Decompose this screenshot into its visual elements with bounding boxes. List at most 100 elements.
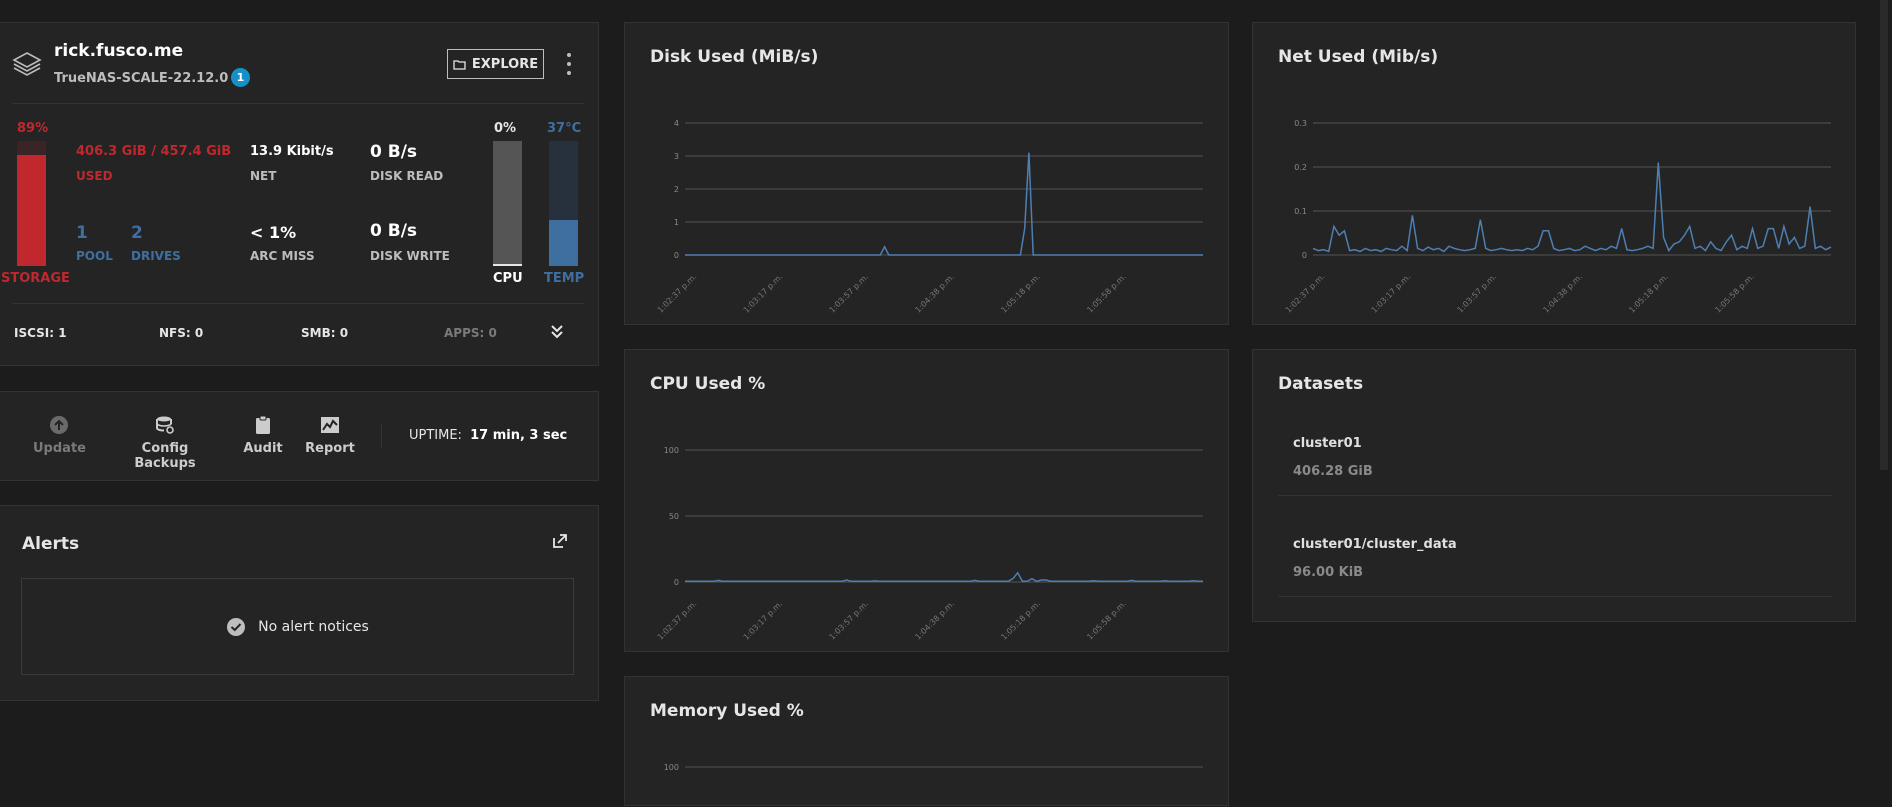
series-line bbox=[1312, 162, 1832, 253]
dataset-name: cluster01/cluster_data bbox=[1293, 537, 1457, 552]
disk-used-chart: 0 1 2 3 4 1:02:37 p.m. 1:03:17 p.m. 1:03:57 p.m… bbox=[656, 119, 1203, 315]
system-info-card: rick.fusco.me TrueNAS-SCALE-22.12.0 1 EX… bbox=[0, 22, 599, 366]
x-tick-label: 1:04:38 p.m. bbox=[913, 272, 956, 315]
temp-caption: TEMP bbox=[544, 271, 585, 286]
disk-read-value: 0 B/s bbox=[370, 142, 418, 162]
open-external-icon[interactable] bbox=[552, 533, 568, 553]
divider bbox=[1278, 495, 1832, 496]
update-label: Update bbox=[33, 441, 86, 456]
audit-label: Audit bbox=[243, 441, 283, 456]
memory-used-card: Memory Used % 100 bbox=[624, 676, 1229, 806]
storage-bar bbox=[17, 141, 46, 266]
database-settings-icon bbox=[156, 416, 174, 434]
service-apps: APPS: 0 bbox=[444, 326, 497, 340]
report-button[interactable]: Report bbox=[305, 415, 355, 456]
cpu-bar-fill bbox=[493, 264, 522, 266]
arc-miss-label: ARC MISS bbox=[250, 249, 315, 263]
x-tick-label: 1:05:18 p.m. bbox=[999, 272, 1042, 315]
storage-used-value: 406.3 GiB / 457.4 GiB bbox=[76, 144, 232, 159]
audit-button[interactable]: Audit bbox=[243, 415, 283, 456]
cpu-used-chart: 0 50 100 1:02:37 p.m. 1:03:17 p.m. 1:03:57 p.… bbox=[656, 446, 1203, 642]
net-value: 13.9 Kibit/s bbox=[250, 144, 334, 159]
y-tick-label: 0.2 bbox=[1294, 163, 1307, 172]
x-tick-label: 1:03:17 p.m. bbox=[1370, 272, 1413, 315]
y-tick-label: 50 bbox=[669, 512, 679, 521]
x-tick-label: 1:05:58 p.m. bbox=[1085, 599, 1128, 642]
alerts-card: Alerts No alert notices bbox=[0, 505, 599, 701]
more-options-icon[interactable] bbox=[565, 53, 573, 75]
datasets-card: Datasets cluster01 406.28 GiB cluster01/… bbox=[1252, 349, 1856, 622]
check-circle-icon bbox=[227, 617, 246, 636]
disk-write-value: 0 B/s bbox=[370, 221, 418, 241]
x-tick-label: 1:02:37 p.m. bbox=[1284, 272, 1327, 315]
clipboard-icon bbox=[256, 415, 270, 434]
y-tick-label: 0 bbox=[674, 251, 679, 260]
cpu-used-card: CPU Used % 0 50 100 1:02:37 p.m. 1:03:17 p.m… bbox=[624, 349, 1229, 652]
y-tick-label: 2 bbox=[674, 185, 679, 194]
x-tick-label: 1:05:18 p.m. bbox=[999, 599, 1042, 642]
no-alerts-text: No alert notices bbox=[258, 618, 369, 635]
y-tick-label: 100 bbox=[664, 763, 679, 772]
dataset-name: cluster01 bbox=[1293, 436, 1362, 451]
uptime-label: UPTIME: bbox=[409, 428, 462, 443]
page-scrollbar[interactable] bbox=[1880, 0, 1888, 470]
chart-report-icon bbox=[321, 417, 339, 433]
config-backups-button[interactable]: Config Backups bbox=[110, 415, 220, 471]
hostname: rick.fusco.me bbox=[54, 41, 184, 61]
explore-button[interactable]: EXPLORE bbox=[447, 49, 544, 79]
update-button[interactable]: Update bbox=[33, 415, 86, 456]
dataset-size: 96.00 KiB bbox=[1293, 565, 1364, 580]
storage-percent: 89% bbox=[17, 121, 49, 136]
arrow-up-circle-icon bbox=[50, 416, 68, 434]
y-tick-label: 4 bbox=[674, 119, 679, 128]
truenas-logo-icon bbox=[12, 51, 42, 81]
y-tick-label: 0 bbox=[674, 578, 679, 587]
series-line bbox=[685, 152, 1203, 256]
x-tick-label: 1:04:38 p.m. bbox=[1541, 272, 1584, 315]
x-tick-label: 1:03:57 p.m. bbox=[828, 599, 871, 642]
folder-icon bbox=[453, 59, 466, 70]
disk-write-label: DISK WRITE bbox=[370, 249, 450, 263]
uptime-value: 17 min, 3 sec bbox=[470, 428, 568, 443]
version-label: TrueNAS-SCALE-22.12.0 bbox=[54, 71, 229, 86]
update-count-badge[interactable]: 1 bbox=[231, 68, 250, 87]
x-tick-label: 1:05:58 p.m. bbox=[1713, 272, 1756, 315]
drives-count: 2 bbox=[131, 223, 143, 243]
service-nfs: NFS: 0 bbox=[159, 326, 204, 340]
y-tick-label: 0 bbox=[1302, 251, 1307, 260]
net-label: NET bbox=[250, 169, 277, 183]
pool-label: POOL bbox=[76, 249, 113, 263]
x-tick-label: 1:04:38 p.m. bbox=[913, 599, 956, 642]
cpu-bar bbox=[493, 141, 522, 266]
cpu-caption: CPU bbox=[493, 271, 523, 286]
disk-read-label: DISK READ bbox=[370, 169, 444, 183]
chart-title: Net Used (Mib/s) bbox=[1278, 47, 1439, 67]
vertical-divider bbox=[381, 424, 382, 448]
y-tick-label: 0.3 bbox=[1294, 119, 1307, 128]
divider bbox=[12, 303, 584, 304]
arc-miss-value: < 1% bbox=[250, 223, 297, 242]
x-tick-label: 1:03:57 p.m. bbox=[1456, 272, 1499, 315]
x-tick-label: 1:05:18 p.m. bbox=[1627, 272, 1670, 315]
x-tick-label: 1:02:37 p.m. bbox=[656, 599, 699, 642]
temp-bar-fill bbox=[549, 219, 578, 266]
alerts-title: Alerts bbox=[22, 534, 80, 554]
y-tick-label: 3 bbox=[674, 152, 679, 161]
chart-title: Memory Used % bbox=[650, 701, 804, 721]
storage-bar-fill bbox=[17, 154, 46, 266]
report-label: Report bbox=[305, 441, 355, 456]
x-tick-label: 1:02:37 p.m. bbox=[656, 272, 699, 315]
chart-title: CPU Used % bbox=[650, 374, 766, 394]
divider bbox=[1278, 596, 1832, 597]
x-tick-label: 1:05:58 p.m. bbox=[1085, 272, 1128, 315]
service-smb: SMB: 0 bbox=[301, 326, 349, 340]
divider bbox=[12, 103, 584, 104]
memory-used-chart: 100 bbox=[664, 763, 1203, 772]
chart-title: Disk Used (MiB/s) bbox=[650, 47, 819, 67]
net-used-card: Net Used (Mib/s) 0 0.1 0.2 0.3 1:02:37 p.m. 1… bbox=[1252, 22, 1856, 325]
expand-double-chevron-icon[interactable] bbox=[550, 323, 564, 343]
storage-caption: STORAGE bbox=[1, 271, 70, 286]
temp-value: 37°C bbox=[547, 121, 582, 136]
pool-count: 1 bbox=[76, 223, 88, 243]
explore-button-label: EXPLORE bbox=[471, 56, 539, 72]
